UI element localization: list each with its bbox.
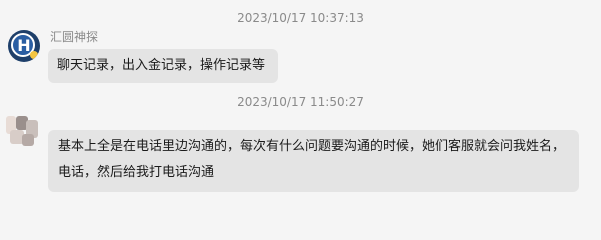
message-bubble[interactable]: 聊天记录，出入金记录，操作记录等 [48, 49, 278, 83]
message-bubble[interactable]: 基本上全是在电话里边沟通的，每次有什么问题要沟通的时候，她们客服就会问我姓名，电… [48, 130, 579, 192]
message-timestamp: 2023/10/17 11:50:27 [237, 95, 364, 109]
h-logo-icon[interactable]: H [8, 30, 40, 62]
avatar-badge [30, 51, 38, 59]
message-timestamp: 2023/10/17 10:37:13 [237, 11, 364, 25]
sender-name: 汇圆神探 [50, 30, 99, 44]
blurred-avatar-icon[interactable] [4, 110, 42, 150]
avatar-blur-patch [22, 134, 34, 146]
chat-history-panel: 2023/10/17 10:37:13 H 汇圆神探 聊天记录，出入金记录，操作… [0, 0, 601, 200]
